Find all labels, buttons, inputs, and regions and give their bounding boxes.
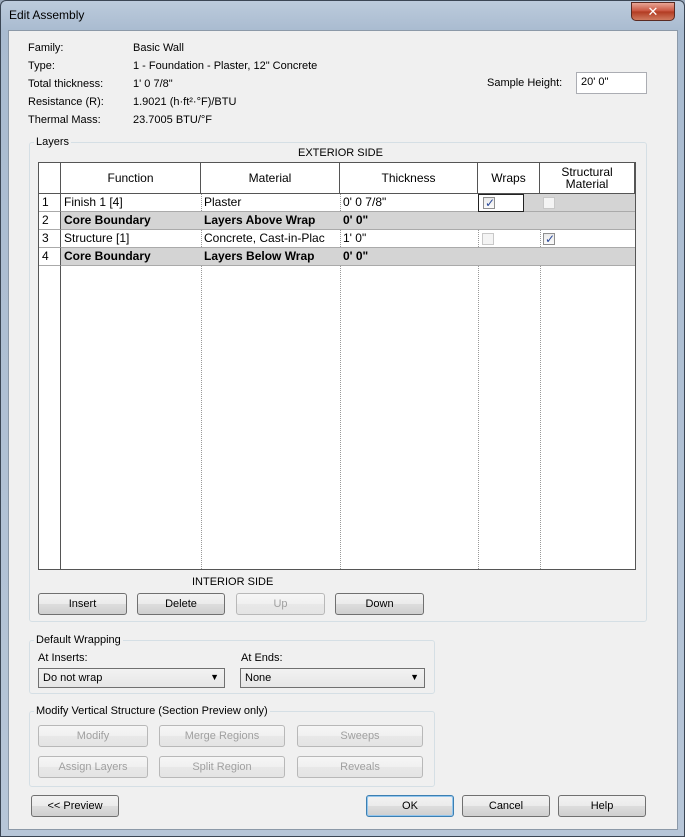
header-row-number [39, 163, 61, 194]
ok-button[interactable]: OK [366, 795, 454, 817]
family-value: Basic Wall [133, 42, 184, 54]
layers-table: Function Material Thickness Wraps Struct… [38, 162, 636, 570]
function-cell[interactable]: Finish 1 [4] [61, 194, 201, 212]
table-row[interactable]: 1 Finish 1 [4] Plaster 0' 0 7/8" ✓ [39, 194, 635, 212]
row-number: 3 [39, 230, 61, 248]
reveals-button[interactable]: Reveals [297, 756, 423, 778]
thermal-mass-value: 23.7005 BTU/°F [133, 114, 212, 126]
column-header-wraps[interactable]: Wraps [478, 163, 540, 194]
structural-cell [540, 212, 635, 230]
structural-cell[interactable]: ✓ [540, 230, 635, 248]
help-button[interactable]: Help [558, 795, 646, 817]
thickness-value: 1' 0 7/8" [133, 78, 173, 90]
checkmark-icon: ✓ [545, 232, 556, 246]
layers-group-title: Layers [34, 136, 72, 148]
function-cell[interactable]: Core Boundary [61, 212, 201, 230]
function-cell[interactable]: Core Boundary [61, 248, 201, 266]
up-button[interactable]: Up [236, 593, 325, 615]
structural-checkbox[interactable] [543, 197, 555, 209]
at-ends-selected: None [245, 672, 272, 684]
function-cell[interactable]: Structure [1] [61, 230, 201, 248]
window-title: Edit Assembly [9, 8, 85, 22]
structural-header-line2: Material [565, 177, 609, 191]
modify-button[interactable]: Modify [38, 725, 148, 747]
table-row[interactable]: 2 Core Boundary Layers Above Wrap 0' 0" [39, 212, 635, 230]
material-cell[interactable]: Layers Above Wrap [201, 212, 340, 230]
row-number: 4 [39, 248, 61, 266]
wraps-cell-filler [524, 194, 540, 212]
material-cell[interactable]: Layers Below Wrap [201, 248, 340, 266]
title-bar[interactable]: Edit Assembly ✕ [1, 1, 684, 31]
interior-side-label: INTERIOR SIDE [192, 576, 274, 588]
wraps-cell[interactable]: ✓ [478, 194, 524, 212]
thermal-mass-label: Thermal Mass: [28, 114, 101, 126]
thickness-cell[interactable]: 0' 0" [340, 212, 478, 230]
delete-button[interactable]: Delete [137, 593, 225, 615]
down-button[interactable]: Down [335, 593, 424, 615]
modify-vertical-structure-title: Modify Vertical Structure (Section Previ… [34, 705, 270, 717]
exterior-side-label: EXTERIOR SIDE [298, 147, 383, 159]
chevron-down-icon: ▼ [210, 672, 219, 682]
structural-checkbox[interactable]: ✓ [543, 232, 556, 246]
table-row[interactable]: 4 Core Boundary Layers Below Wrap 0' 0" [39, 248, 635, 266]
dialog-client-area: Family: Basic Wall Type: 1 - Foundation … [8, 30, 678, 830]
resistance-value: 1.9021 (h·ft²·°F)/BTU [133, 96, 237, 108]
at-ends-label: At Ends: [241, 652, 283, 664]
default-wrapping-title: Default Wrapping [34, 634, 123, 646]
type-value: 1 - Foundation - Plaster, 12" Concrete [133, 60, 318, 72]
thickness-cell[interactable]: 0' 0" [340, 248, 478, 266]
resistance-label: Resistance (R): [28, 96, 104, 108]
at-inserts-dropdown[interactable]: Do not wrap ▼ [38, 668, 225, 688]
thickness-cell[interactable]: 0' 0 7/8" [340, 194, 478, 212]
edit-assembly-dialog: Edit Assembly ✕ Family: Basic Wall Type:… [0, 0, 685, 837]
column-header-material[interactable]: Material [201, 163, 340, 194]
at-inserts-selected: Do not wrap [43, 672, 103, 684]
column-header-thickness[interactable]: Thickness [340, 163, 478, 194]
structural-cell [540, 248, 635, 266]
wraps-cell[interactable] [478, 230, 540, 248]
split-region-button[interactable]: Split Region [159, 756, 285, 778]
cancel-button[interactable]: Cancel [462, 795, 550, 817]
thickness-label: Total thickness: [28, 78, 104, 90]
at-ends-dropdown[interactable]: None ▼ [240, 668, 425, 688]
wraps-cell [478, 212, 540, 230]
thickness-cell[interactable]: 1' 0" [340, 230, 478, 248]
row-number: 1 [39, 194, 61, 212]
merge-regions-button[interactable]: Merge Regions [159, 725, 285, 747]
checkmark-icon: ✓ [485, 196, 496, 210]
table-row[interactable]: 3 Structure [1] Concrete, Cast-in-Plac 1… [39, 230, 635, 248]
chevron-down-icon: ▼ [410, 672, 419, 682]
sweeps-button[interactable]: Sweeps [297, 725, 423, 747]
structural-cell[interactable] [540, 194, 635, 212]
type-label: Type: [28, 60, 55, 72]
wraps-checkbox[interactable] [482, 233, 494, 245]
preview-button[interactable]: << Preview [31, 795, 119, 817]
column-header-structural-material[interactable]: Structural Material [540, 163, 635, 194]
material-cell[interactable]: Concrete, Cast-in-Plac [201, 230, 340, 248]
wraps-checkbox[interactable]: ✓ [483, 196, 496, 210]
close-button[interactable]: ✕ [631, 2, 675, 21]
assign-layers-button[interactable]: Assign Layers [38, 756, 148, 778]
wraps-cell [478, 248, 540, 266]
column-header-function[interactable]: Function [61, 163, 201, 194]
at-inserts-label: At Inserts: [38, 652, 88, 664]
sample-height-label: Sample Height: [487, 77, 563, 89]
row-number: 2 [39, 212, 61, 230]
insert-button[interactable]: Insert [38, 593, 127, 615]
sample-height-input[interactable]: 20' 0" [576, 72, 647, 94]
material-cell[interactable]: Plaster [201, 194, 340, 212]
family-label: Family: [28, 42, 64, 54]
